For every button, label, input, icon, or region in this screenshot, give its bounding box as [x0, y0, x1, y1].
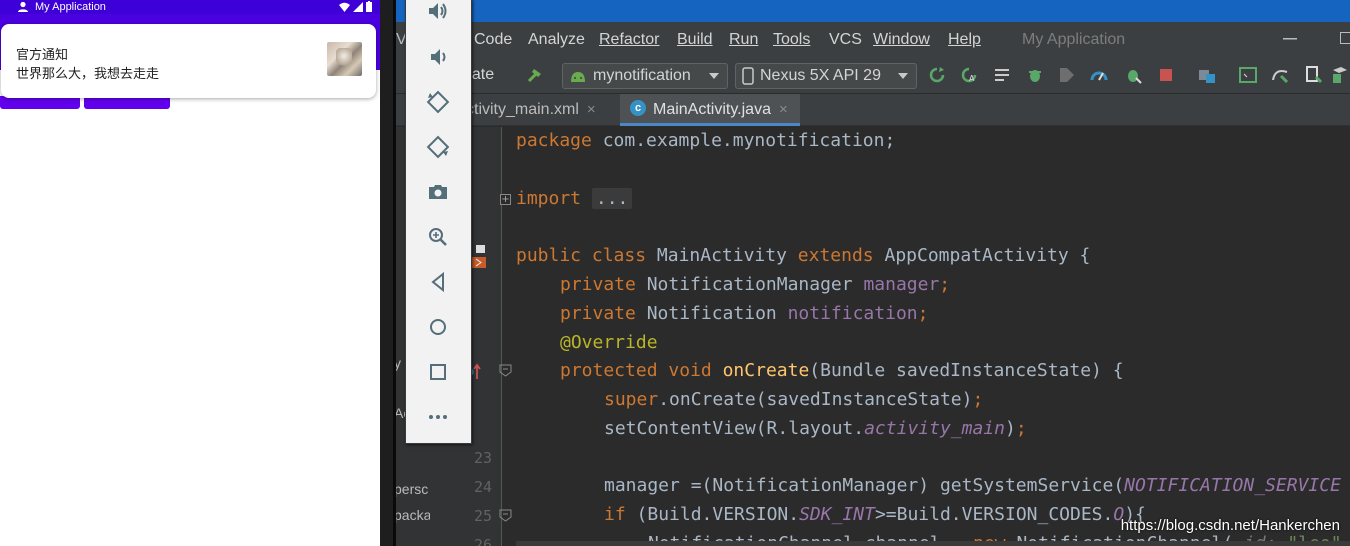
rotate-left-icon[interactable]	[426, 90, 450, 114]
apply-code-changes-icon[interactable]: A	[960, 66, 978, 84]
main-toolbar: eate mynotification Nexus 5X API 29 A	[396, 57, 1350, 94]
menu-vcs[interactable]: VCS	[829, 31, 862, 49]
code-line: private Notification notification;	[560, 303, 929, 324]
code-line: super.onCreate(savedInstanceState);	[604, 389, 984, 410]
line-number: 23	[473, 449, 492, 467]
device-selector[interactable]: Nexus 5X API 29	[735, 63, 917, 89]
wifi-icon	[339, 2, 350, 12]
device-manager-icon[interactable]	[1304, 66, 1322, 84]
code-line: public class MainActivity extends AppCom…	[516, 245, 1091, 266]
tab-label: ctivity_main.xml	[466, 101, 579, 118]
line-number: 24	[473, 478, 492, 496]
desktop-strip	[396, 0, 1350, 22]
system-icons	[339, 1, 372, 12]
java-class-icon: c	[630, 99, 646, 116]
sdk-manager-icon[interactable]	[1271, 66, 1289, 84]
attach-process-icon[interactable]	[1124, 66, 1142, 84]
svg-text:A: A	[969, 74, 975, 83]
menu-build[interactable]: Build	[677, 31, 713, 49]
code-editor[interactable]: package com.example.mynotification; impo…	[516, 126, 1350, 546]
volume-down-icon[interactable]	[426, 45, 450, 69]
code-line: if (Build.VERSION.SDK_INT>=Build.VERSION…	[604, 504, 1146, 525]
stop-icon[interactable]	[1157, 66, 1175, 84]
fold-collapse-icon[interactable]	[499, 364, 512, 377]
menu-bar: V Code Analyze Refactor Build Run Tools …	[396, 22, 1350, 57]
overview-icon[interactable]	[426, 360, 450, 384]
module-selector[interactable]: mynotification	[562, 63, 728, 89]
tab-label: MainActivity.java	[653, 101, 771, 118]
android-icon	[571, 72, 585, 82]
home-icon[interactable]	[426, 315, 450, 339]
menu-tools[interactable]: Tools	[773, 31, 810, 49]
debug-icon[interactable]	[1026, 66, 1044, 84]
android-studio-window: V Code Analyze Refactor Build Run Tools …	[396, 0, 1350, 546]
logcat-icon[interactable]	[994, 66, 1012, 84]
avd-manager-icon[interactable]	[1239, 66, 1257, 84]
menu-code[interactable]: Code	[474, 31, 512, 49]
maximize-icon[interactable]	[1340, 32, 1350, 44]
horizontal-scrollbar[interactable]	[516, 541, 1350, 546]
menu-window[interactable]: Window	[873, 31, 930, 49]
zoom-icon[interactable]	[426, 225, 450, 249]
minimize-icon[interactable]	[1283, 38, 1297, 40]
line-number: 25	[473, 507, 492, 525]
chevron-down-icon	[898, 73, 908, 79]
tab-main-activity-java[interactable]: c MainActivity.java ×	[620, 94, 800, 126]
close-icon[interactable]: ×	[779, 101, 788, 118]
profile-icon[interactable]	[1058, 66, 1076, 84]
fold-expand-icon[interactable]: +	[500, 194, 511, 205]
back-icon[interactable]	[426, 270, 450, 294]
hammer-icon[interactable]	[526, 66, 544, 84]
person-icon	[18, 1, 28, 12]
project-title: My Application	[1022, 31, 1126, 48]
module-selector-label: mynotification	[593, 67, 691, 84]
notification-card[interactable]: 官方通知 世界那么大，我想去走走	[1, 24, 376, 98]
apply-changes-restart-icon[interactable]	[928, 66, 946, 84]
volume-up-icon[interactable]	[426, 0, 450, 23]
battery-icon	[366, 1, 372, 12]
code-line: manager =(NotificationManager) getSystem…	[604, 475, 1341, 496]
notification-large-icon	[327, 42, 362, 76]
menu-help[interactable]: Help	[948, 31, 981, 49]
device-selector-label: Nexus 5X API 29	[760, 67, 881, 84]
watermark: https://blog.csdn.net/Hankerchen	[1120, 517, 1340, 534]
resource-manager-icon[interactable]	[1330, 66, 1348, 84]
attach-debugger-icon[interactable]	[1090, 66, 1108, 84]
run-gutter-icon[interactable]	[470, 245, 488, 269]
project-panel-fragment: y	[396, 355, 401, 371]
code-line: import ...	[516, 184, 633, 213]
notification-body: 世界那么大，我想去走走	[16, 67, 160, 82]
code-line: @Override	[560, 332, 658, 353]
code-line: protected void onCreate(Bundle savedInst…	[560, 360, 1124, 381]
emulator-toolbar	[405, 0, 472, 444]
code-line: private NotificationManager manager;	[560, 274, 951, 295]
menu-refactor[interactable]: Refactor	[599, 31, 659, 49]
rotate-right-icon[interactable]	[426, 135, 450, 159]
menu-analyze[interactable]: Analyze	[528, 31, 585, 49]
notification-title: 官方通知	[16, 48, 69, 63]
tab-activity-main-xml[interactable]: ctivity_main.xml ×	[466, 94, 608, 126]
code-line: setContentView(R.layout.activity_main);	[604, 418, 1027, 439]
chevron-down-icon	[709, 73, 719, 79]
project-structure-icon[interactable]	[1198, 66, 1216, 84]
folded-imports[interactable]: ...	[591, 188, 633, 209]
code-line: package com.example.mynotification;	[516, 130, 896, 151]
phone-device-icon	[742, 67, 754, 85]
project-panel-fragment: persc	[396, 481, 429, 497]
editor-tabs: ctivity_main.xml × c MainActivity.java ×	[396, 94, 1350, 126]
line-number: 26	[473, 536, 492, 546]
phone-status-bar: My Application	[0, 0, 380, 14]
project-panel-fragment: packa	[396, 507, 432, 523]
close-icon[interactable]: ×	[587, 101, 596, 118]
signal-icon	[353, 1, 363, 12]
camera-icon[interactable]	[426, 180, 450, 204]
status-app-name: My Application	[35, 1, 106, 13]
more-options-icon[interactable]	[426, 405, 450, 429]
menu-run[interactable]: Run	[729, 31, 758, 49]
fold-collapse-icon[interactable]	[499, 509, 512, 522]
phone-screen: My Application 官方通知 世界那么大，我想去走走	[0, 0, 380, 546]
